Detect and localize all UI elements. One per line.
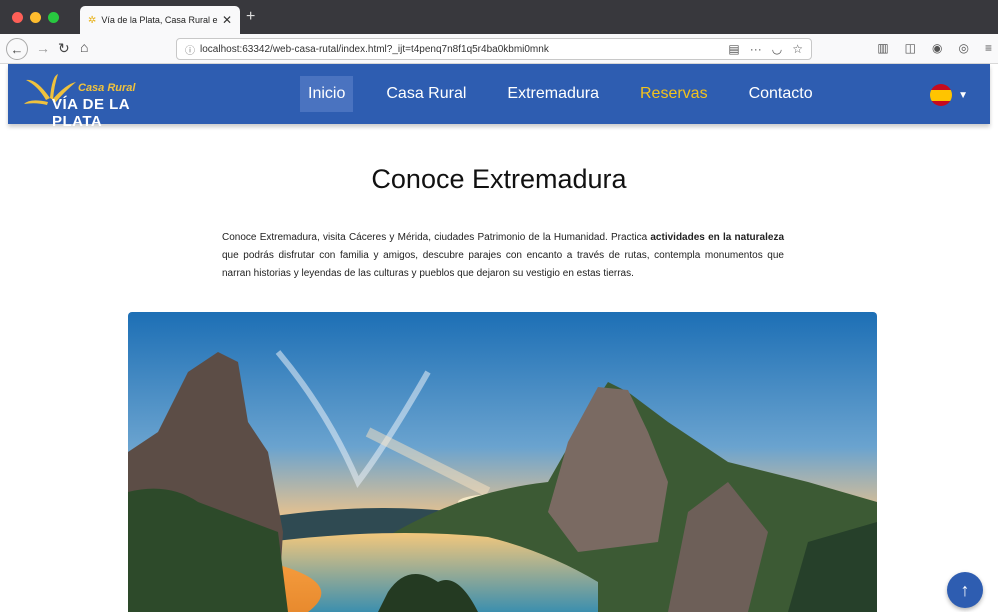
landscape-photo [128, 312, 877, 612]
spain-flag-icon [930, 84, 953, 106]
info-icon[interactable]: ⓘ [185, 42, 195, 57]
back-icon[interactable]: ← [6, 38, 28, 60]
nav-extremadura[interactable]: Extremadura [499, 76, 607, 112]
intro-highlight: actividades en la naturaleza [650, 232, 785, 243]
url-text[interactable]: localhost:63342/web-casa-rutal/index.htm… [200, 44, 728, 55]
forward-icon[interactable]: → [36, 40, 50, 56]
nav-contacto[interactable]: Contacto [741, 76, 821, 112]
page-title: Conoce Extremadura [371, 164, 627, 194]
menu-icon[interactable]: ≡ [985, 41, 992, 55]
arrow-up-icon: ↑ [960, 579, 970, 600]
library-icon[interactable]: ▥ [877, 41, 888, 55]
browser-toolbar: ← → ↻ ⌂ ⓘ localhost:63342/web-casa-rutal… [0, 34, 998, 64]
extension-icon[interactable]: ◉ [932, 41, 942, 55]
chevron-down-icon: ▼ [958, 89, 968, 101]
language-selector[interactable]: ▼ [930, 84, 968, 106]
intro-paragraph: Conoce Extremadura, visita Cáceres y Mér… [222, 229, 784, 283]
browser-tabstrip: ✲ Vía de la Plata, Casa Rural en E ✕ + [0, 0, 998, 34]
nav-inicio[interactable]: Inicio [300, 76, 354, 112]
main-nav: Inicio Casa Rural Extremadura Reservas C… [300, 76, 846, 112]
intro-text-end: que podrás disfrutar con familia y amigo… [222, 250, 784, 279]
site-logo[interactable]: Casa Rural VÍA DE LA PLATA [22, 72, 172, 130]
favicon-icon: ✲ [88, 14, 97, 26]
tab-close-icon[interactable]: ✕ [222, 13, 232, 27]
logo-tagline: Casa Rural [78, 82, 136, 94]
logo-name: VÍA DE LA PLATA [52, 96, 130, 130]
account-icon[interactable]: ◎ [959, 41, 969, 55]
pocket-icon[interactable]: ◡ [772, 42, 782, 56]
sidebar-icon[interactable]: ◫ [905, 41, 916, 55]
scroll-to-top-button[interactable]: ↑ [947, 572, 983, 608]
nav-casa-rural[interactable]: Casa Rural [378, 76, 474, 112]
more-icon[interactable]: ··· [750, 42, 762, 56]
tab-title: Vía de la Plata, Casa Rural en E [101, 15, 218, 25]
maximize-window-button[interactable] [48, 12, 59, 23]
site-header: Casa Rural VÍA DE LA PLATA Inicio Casa R… [8, 64, 990, 130]
close-window-button[interactable] [12, 12, 23, 23]
bookmark-icon[interactable]: ☆ [792, 42, 803, 56]
home-icon[interactable]: ⌂ [80, 39, 88, 55]
new-tab-button[interactable]: + [246, 8, 255, 26]
reload-icon[interactable]: ↻ [58, 40, 70, 57]
minimize-window-button[interactable] [30, 12, 41, 23]
intro-text-start: Conoce Extremadura, visita Cáceres y Mér… [222, 232, 651, 243]
nav-reservas[interactable]: Reservas [632, 76, 716, 112]
reader-icon[interactable]: ▤ [728, 42, 739, 56]
address-bar[interactable]: ⓘ localhost:63342/web-casa-rutal/index.h… [176, 38, 812, 60]
browser-tab[interactable]: ✲ Vía de la Plata, Casa Rural en E ✕ [80, 6, 240, 34]
